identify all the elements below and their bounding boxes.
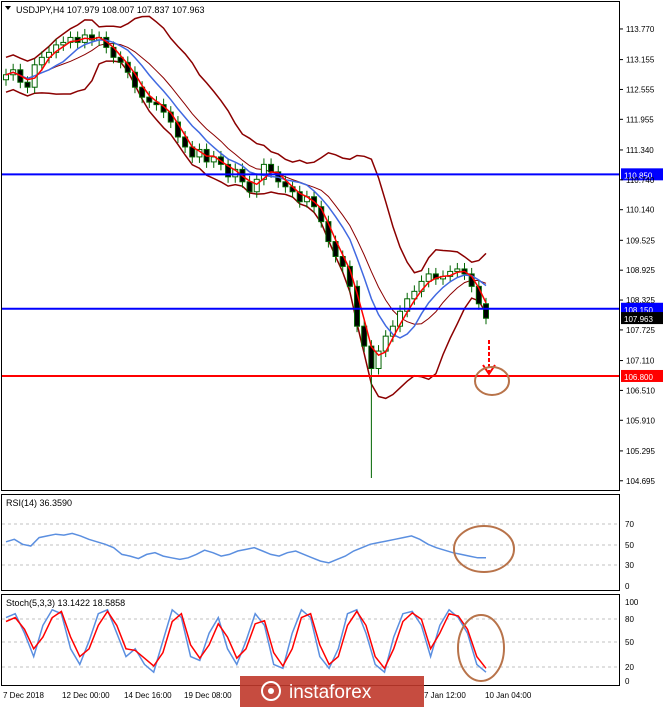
svg-text:113.155: 113.155 (626, 56, 655, 65)
svg-text:112.555: 112.555 (626, 85, 655, 94)
svg-text:113.770: 113.770 (626, 25, 655, 34)
price-tick: 109.525 (619, 236, 655, 245)
price-tick: 111.340 (619, 146, 654, 155)
svg-text:0: 0 (625, 582, 630, 591)
svg-text:19 Dec 08:00: 19 Dec 08:00 (184, 691, 232, 700)
rsi-axis: 70 50 30 0 (625, 520, 634, 591)
svg-text:0: 0 (625, 677, 630, 686)
svg-text:110.740: 110.740 (626, 176, 655, 185)
current-price-badge: 107.963 (621, 312, 663, 325)
price-tick: 110.140 (619, 206, 655, 215)
watermark-text: instaforex (289, 682, 372, 703)
price-tick: 108.925 (619, 266, 655, 275)
svg-text:80: 80 (625, 615, 634, 624)
svg-text:106.510: 106.510 (626, 386, 655, 395)
svg-text:100: 100 (625, 598, 639, 607)
svg-text:10 Jan 04:00: 10 Jan 04:00 (485, 691, 532, 700)
svg-text:109.525: 109.525 (626, 236, 655, 245)
svg-text:108.325: 108.325 (626, 296, 655, 305)
svg-text:110.140: 110.140 (626, 206, 655, 215)
price-tick: 113.770 (619, 25, 655, 34)
svg-text:107.110: 107.110 (626, 357, 655, 366)
svg-text:108.925: 108.925 (626, 266, 655, 275)
svg-text:14 Dec 16:00: 14 Dec 16:00 (124, 691, 172, 700)
price-tick: 113.155 (619, 56, 655, 65)
svg-text:104.695: 104.695 (626, 477, 655, 486)
level-label: 106.800 (624, 373, 653, 382)
svg-text:12 Dec 00:00: 12 Dec 00:00 (62, 691, 110, 700)
stoch-title: Stoch(5,3,3) 13.1422 18.5858 (6, 598, 125, 608)
rsi-panel-frame (1, 494, 620, 591)
svg-text:30: 30 (625, 561, 634, 570)
svg-text:105.295: 105.295 (626, 447, 655, 456)
price-tick: 107.110 (619, 357, 655, 366)
price-tick: 105.295 (619, 447, 655, 456)
svg-text:111.340: 111.340 (626, 146, 654, 155)
svg-text:111.955: 111.955 (626, 115, 654, 124)
price-tick: 106.510 (619, 386, 655, 395)
price-tick: 107.725 (619, 326, 655, 335)
svg-text:50: 50 (625, 541, 634, 550)
chart-canvas: 110.850108.150106.800107.963 113.770113.… (1, 1, 663, 707)
svg-text:107.963: 107.963 (624, 315, 653, 324)
svg-text:107.725: 107.725 (626, 326, 655, 335)
svg-text:105.910: 105.910 (626, 416, 655, 425)
svg-text:70: 70 (625, 520, 634, 529)
watermark: instaforex (240, 676, 424, 707)
price-tick: 105.910 (619, 416, 655, 425)
rsi-title: RSI(14) 36.3590 (6, 498, 72, 508)
price-tick: 111.955 (619, 115, 654, 124)
price-tick: 104.695 (619, 477, 655, 486)
svg-text:50: 50 (625, 638, 634, 647)
price-axis: 113.770 113.155 112.555 111.955 111.340 110.7… (619, 25, 655, 486)
price-tick: 112.555 (619, 85, 655, 94)
svg-text:20: 20 (625, 663, 634, 672)
svg-text:7 Dec 2018: 7 Dec 2018 (3, 691, 44, 700)
chart-symbol-line: USDJPY,H4 107.979 108.007 107.837 107.96… (16, 5, 205, 15)
stoch-axis: 100 80 50 20 0 (625, 598, 639, 686)
stoch-panel-frame (1, 594, 620, 686)
svg-text:7 Jan 12:00: 7 Jan 12:00 (424, 691, 466, 700)
